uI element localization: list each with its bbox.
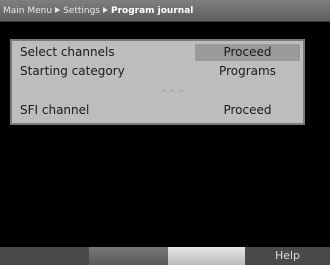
breadcrumb: Main Menu Settings Program journal [3,4,193,18]
function-key-bar: Help [0,247,330,265]
help-button[interactable]: Help [245,247,330,265]
breadcrumb-bar: Main Menu Settings Program journal [0,0,330,22]
breadcrumb-item-main-menu[interactable]: Main Menu [3,6,52,16]
tv-menu-screen: Main Menu Settings Program journal Select … [0,0,330,265]
separator-dashes: – – – [162,86,185,95]
menu-row-value[interactable]: Proceed [195,102,300,119]
menu-row-label: SFI channel [20,103,90,117]
menu-row-value[interactable]: Programs [195,63,300,80]
menu-row-value-selected[interactable]: Proceed [195,44,300,61]
triangle-right-icon [102,7,108,13]
menu-row-label: Select channels [20,45,115,59]
triangle-right-icon [55,7,61,13]
menu-row-starting-category[interactable]: Starting category Programs [12,63,303,80]
breadcrumb-item-settings[interactable]: Settings [63,6,100,16]
menu-separator: – – – [12,85,303,97]
settings-panel: Select channels Proceed Starting categor… [10,39,305,125]
menu-row-label: Starting category [20,64,125,78]
menu-row-select-channels[interactable]: Select channels Proceed [12,44,303,61]
menu-row-sfi-channel[interactable]: SFI channel Proceed [12,102,303,119]
red-key-button[interactable] [0,247,89,265]
yellow-key-button[interactable] [168,247,245,265]
green-key-button[interactable] [89,247,168,265]
breadcrumb-item-program-journal: Program journal [110,6,194,16]
